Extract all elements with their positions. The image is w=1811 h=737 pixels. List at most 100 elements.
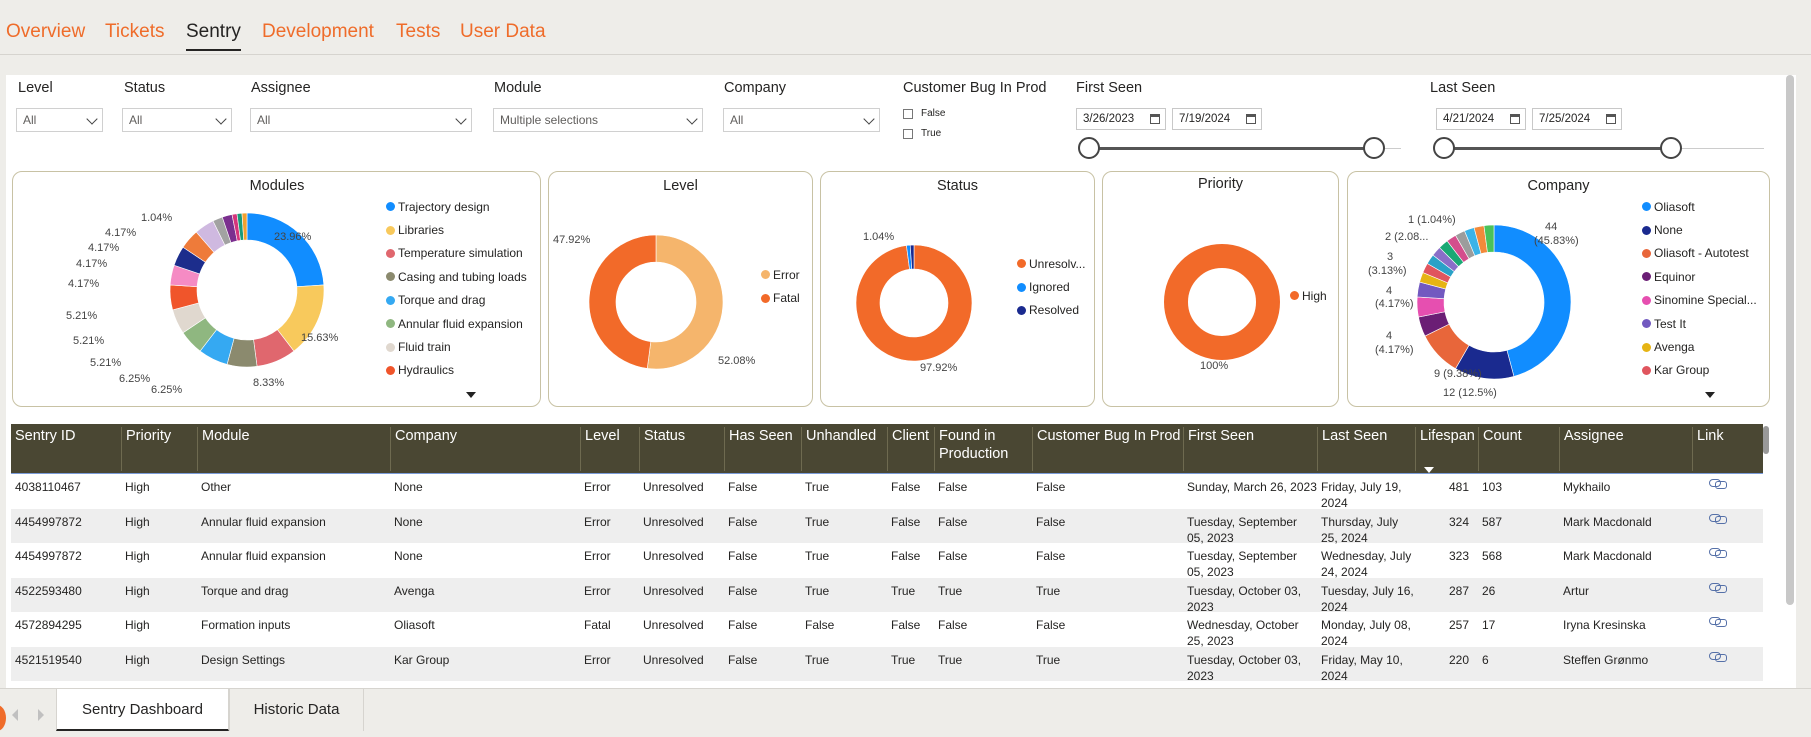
cell-client: False [891, 618, 921, 632]
col-last-seen[interactable]: Last Seen [1317, 427, 1415, 471]
data-label: (4.17%) [1375, 298, 1414, 310]
legend-item[interactable]: Equinor [1642, 265, 1757, 288]
tab-user-data[interactable]: User Data [460, 21, 546, 43]
table-scrollbar[interactable] [1763, 426, 1769, 454]
col-assignee[interactable]: Assignee [1559, 427, 1692, 471]
module-dropdown[interactable]: Multiple selections [493, 108, 703, 132]
vertical-scrollbar[interactable] [1786, 75, 1794, 605]
calendar-icon[interactable] [1606, 114, 1616, 124]
page-tab-sentry-dashboard[interactable]: Sentry Dashboard [56, 689, 229, 731]
sort-descending-icon[interactable] [1424, 467, 1434, 473]
legend-item[interactable]: Kar Group [1642, 359, 1757, 382]
col-sentry-id[interactable]: Sentry ID [11, 427, 121, 471]
legend-item[interactable]: Fatal [761, 286, 800, 309]
checkbox-box[interactable] [903, 108, 913, 119]
legend-item[interactable]: Unresolv... [1017, 252, 1085, 275]
cell-lifespan: 481 [1448, 480, 1469, 494]
last-seen-to-input[interactable]: 7/25/2024 [1532, 108, 1622, 130]
level-dropdown[interactable]: All [16, 108, 103, 132]
legend-item[interactable]: Oliasoft [1642, 195, 1757, 218]
customer-bug-slicer-label: Customer Bug In Prod [903, 80, 1047, 96]
legend-item[interactable]: Oliasoft - Autotest [1642, 242, 1757, 265]
checkbox-box[interactable] [903, 128, 913, 139]
tab-overview[interactable]: Overview [6, 21, 85, 43]
first-seen-to-input[interactable]: 7/19/2024 [1172, 108, 1262, 130]
link-icon[interactable] [1709, 651, 1727, 662]
legend-item[interactable]: Annular fluid expansion [386, 312, 527, 335]
link-icon[interactable] [1709, 548, 1727, 558]
col-found-in-production[interactable]: Found in Production [934, 427, 1032, 471]
first-seen-slider-start-handle[interactable] [1078, 137, 1100, 159]
checkbox-false[interactable]: False [903, 108, 945, 119]
last-seen-from-input[interactable]: 4/21/2024 [1436, 108, 1526, 130]
col-customer-bug-in-prod[interactable]: Customer Bug In Prod [1032, 427, 1183, 471]
legend-more-arrow-icon[interactable] [1705, 392, 1715, 398]
col-has-seen[interactable]: Has Seen [724, 427, 801, 471]
first-seen-slider-end-handle[interactable] [1363, 137, 1385, 159]
donut-slice[interactable] [646, 234, 724, 370]
legend-item[interactable]: Hydraulics [386, 359, 527, 382]
page-tab-historic-data[interactable]: Historic Data [229, 689, 364, 731]
col-module[interactable]: Module [197, 427, 390, 471]
legend-item[interactable]: Torque and drag [386, 289, 527, 312]
legend-item[interactable]: Ignored [1017, 275, 1085, 298]
table-row[interactable]: 4522593480 High Torque and drag Avenga Error… [11, 577, 1763, 614]
legend-more-arrow-icon[interactable] [466, 392, 476, 398]
last-seen-slider-track[interactable] [1444, 147, 1678, 150]
table-row[interactable]: 4572894295 High Formation inputs Oliasoft Fa… [11, 612, 1763, 648]
tab-tickets[interactable]: Tickets [105, 21, 164, 43]
cell-unhandled: False [805, 618, 835, 632]
assignee-dropdown[interactable]: All [250, 108, 472, 132]
col-company[interactable]: Company [390, 427, 580, 471]
tab-sentry[interactable]: Sentry [186, 21, 241, 51]
company-dropdown[interactable]: All [723, 108, 880, 132]
status-dropdown[interactable]: All [122, 108, 232, 132]
last-seen-slider-start-handle[interactable] [1433, 137, 1455, 159]
legend-label: High [1302, 288, 1327, 303]
table-row[interactable]: 4454997872 High Annular fluid expansion Non… [11, 508, 1763, 545]
legend-item[interactable]: Casing and tubing loads [386, 265, 527, 288]
legend-item[interactable]: Trajectory design [386, 195, 527, 218]
checkbox-true[interactable]: True [903, 128, 941, 139]
calendar-icon[interactable] [1150, 114, 1160, 124]
col-link[interactable]: Link [1692, 427, 1763, 471]
col-first-seen[interactable]: First Seen [1183, 427, 1317, 471]
legend-item[interactable]: Error [761, 263, 800, 286]
col-lifespan[interactable]: Lifespan [1415, 427, 1478, 473]
next-page-icon[interactable] [38, 709, 44, 721]
col-level[interactable]: Level [580, 427, 639, 471]
col-status[interactable]: Status [639, 427, 724, 471]
table-row[interactable]: 4454997872 High Annular fluid expansion Non… [11, 543, 1763, 579]
calendar-icon[interactable] [1246, 114, 1256, 124]
link-icon[interactable] [1709, 479, 1727, 489]
col-unhandled[interactable]: Unhandled [801, 427, 887, 471]
donut-slice[interactable] [588, 234, 657, 369]
legend-item[interactable]: Resolved [1017, 299, 1085, 322]
legend-item[interactable]: Sinomine Special... [1642, 289, 1757, 312]
tab-development[interactable]: Development [262, 21, 374, 43]
legend-item[interactable]: Test It [1642, 312, 1757, 335]
table-row[interactable]: 4521519540 High Design Settings Kar Group Er… [11, 646, 1763, 683]
col-count[interactable]: Count [1478, 427, 1559, 471]
link-icon[interactable] [1709, 513, 1727, 524]
col-priority[interactable]: Priority [121, 427, 197, 471]
legend-item[interactable]: Libraries [386, 218, 527, 241]
calendar-icon[interactable] [1510, 114, 1520, 124]
first-seen-from-input[interactable]: 3/26/2023 [1076, 108, 1166, 130]
link-icon[interactable] [1709, 617, 1727, 627]
table-row[interactable]: 4038110467 High Other None Error Unresolved Fa… [11, 474, 1763, 510]
donut-slice[interactable] [1164, 244, 1280, 360]
link-icon[interactable] [1709, 582, 1727, 593]
legend-item[interactable]: Avenga [1642, 335, 1757, 358]
first-seen-slider-track[interactable] [1089, 147, 1381, 150]
tab-tests[interactable]: Tests [396, 21, 440, 43]
legend-item[interactable]: None [1642, 218, 1757, 241]
donut-slice[interactable] [246, 212, 325, 288]
legend-item[interactable]: Temperature simulation [386, 242, 527, 265]
cell-lifespan: 220 [1448, 652, 1469, 667]
last-seen-slider-end-handle[interactable] [1660, 137, 1682, 159]
legend-item[interactable]: High [1290, 284, 1327, 307]
previous-page-icon[interactable] [12, 709, 18, 721]
legend-item[interactable]: Fluid train [386, 335, 527, 358]
col-client[interactable]: Client [887, 427, 934, 471]
